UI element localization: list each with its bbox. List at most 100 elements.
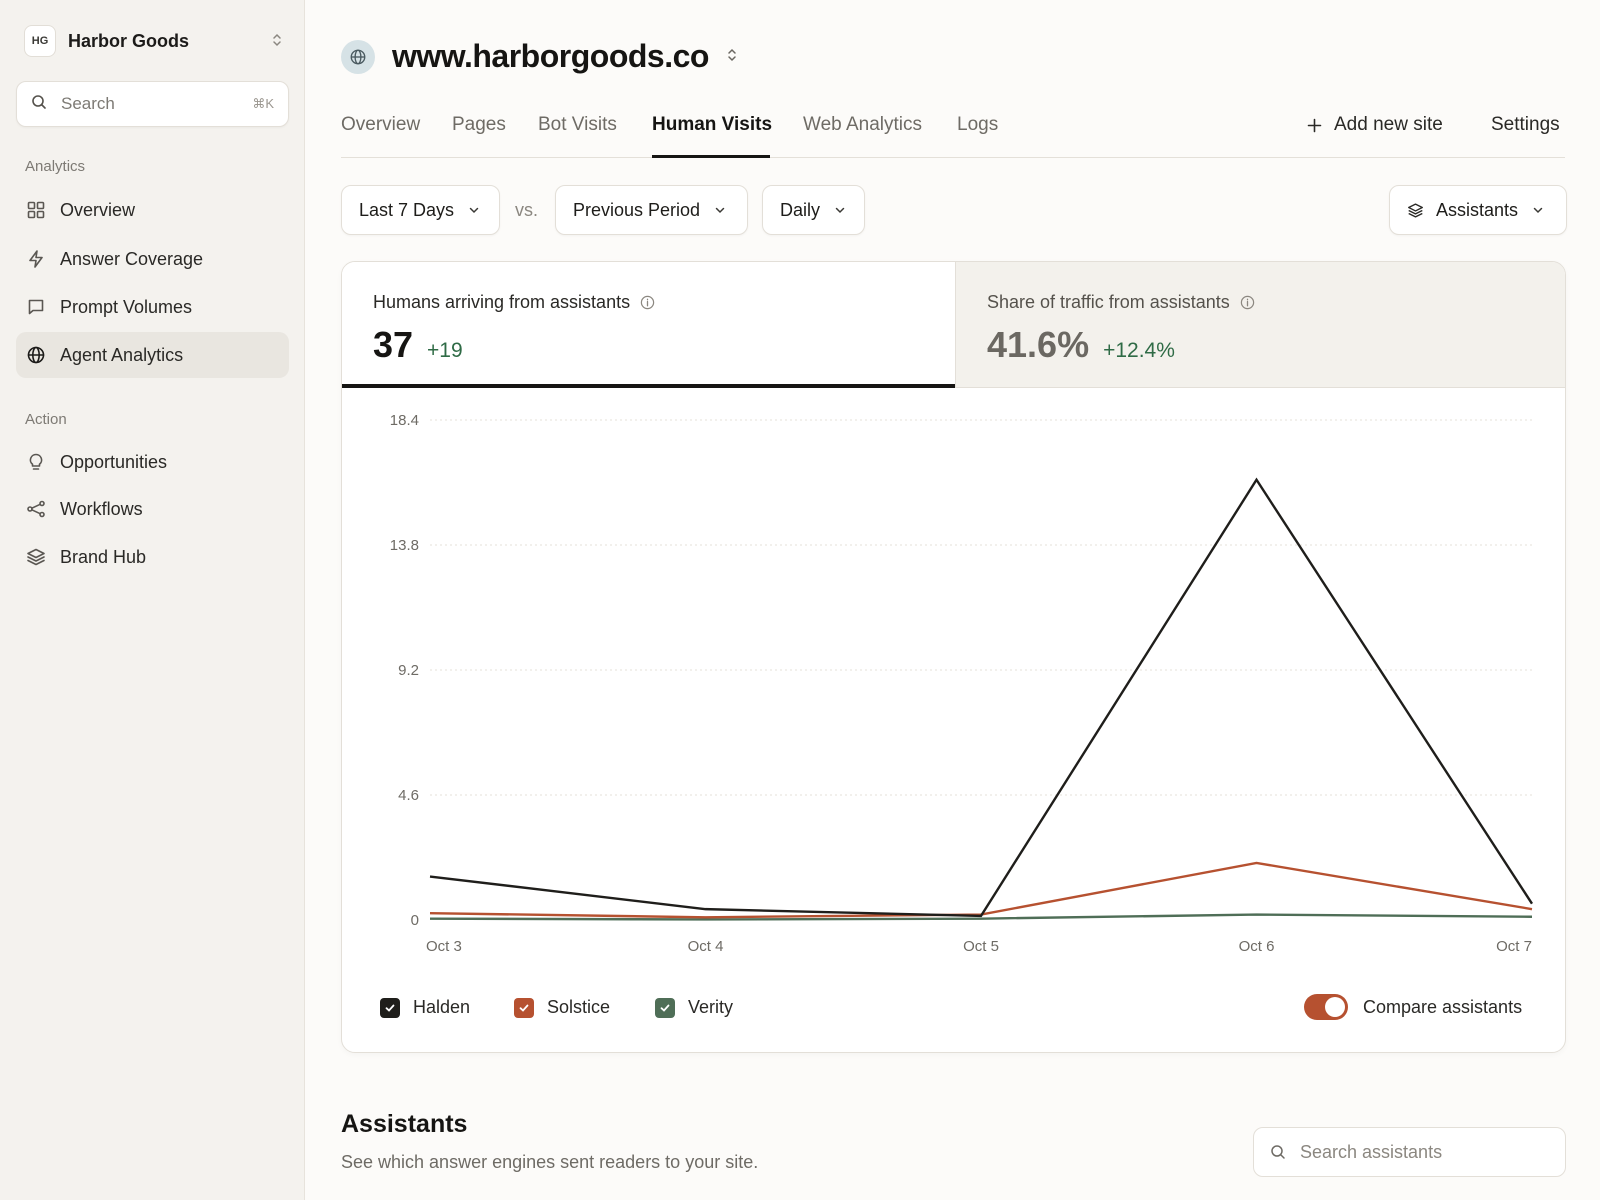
tab-bar: Overview Pages Bot Visits Human Visits W… [341,108,1565,158]
human-visits-card: Humans arriving from assistants 37 +19 S… [341,261,1566,1053]
add-new-site-label: Add new site [1334,114,1443,135]
legend-item-verity[interactable]: Verity [655,997,733,1018]
chat-icon [26,297,46,317]
chevron-up-down-icon [272,32,282,51]
settings-link[interactable]: Settings [1491,114,1560,136]
compare-assistants-toggle[interactable]: Compare assistants [1304,994,1522,1020]
stat-label-text: Humans arriving from assistants [373,292,631,312]
stat-tab-humans-arriving[interactable]: Humans arriving from assistants 37 +19 [342,262,955,388]
series-line-solstice [429,861,1533,919]
sidebar-item-label: Prompt Volumes [60,296,193,317]
sidebar-item-opportunities[interactable]: Opportunities [16,439,289,485]
sidebar-item-label: Overview [60,199,136,220]
sidebar-item-brand-hub[interactable]: Brand Hub [16,534,289,580]
search-icon [1270,1144,1286,1160]
sidebar-item-label: Answer Coverage [60,248,204,269]
checkbox-checked-icon[interactable] [380,997,400,1018]
tab-overview[interactable]: Overview [341,114,420,136]
sidebar-item-prompt-volumes[interactable]: Prompt Volumes [16,284,289,330]
sidebar-item-workflows[interactable]: Workflows [16,486,289,532]
tab-bot-visits[interactable]: Bot Visits [538,114,617,136]
plus-icon [1307,118,1322,133]
date-range-select[interactable]: Last 7 Days [341,185,500,235]
section-label-action: Action [25,411,67,428]
x-tick-label: Oct 4 [688,938,724,955]
y-tick-label: 0 [411,912,419,929]
lightbulb-icon [26,452,46,472]
sidebar: HG Harbor Goods Search ⌘K Analytics Over… [0,0,305,1200]
y-tick-label: 4.6 [398,787,419,804]
legend-label: Verity [688,997,734,1017]
search-assistants-placeholder: Search assistants [1300,1141,1443,1162]
vs-label: vs. [515,200,539,220]
comparison-value: Previous Period [573,199,701,220]
legend-label: Halden [413,997,471,1017]
chevron-down-icon [715,207,725,214]
site-name: www.harborgoods.co [392,38,709,74]
bolt-icon [26,249,46,269]
tab-logs[interactable]: Logs [957,114,998,136]
y-tick-label: 9.2 [398,662,419,679]
segment-value: Assistants [1436,199,1519,220]
date-range-value: Last 7 Days [359,199,455,220]
stat-label: Humans arriving from assistants [373,292,655,313]
share-nodes-icon [26,499,46,519]
x-tick-label: Oct 7 [1496,938,1532,955]
tab-web-analytics[interactable]: Web Analytics [803,114,922,136]
y-tick-label: 13.8 [390,537,419,554]
line-chart: 18.4 13.8 9.2 4.6 0 Oct 3 Oct 4 Oct 5 Oct 6 Oct 7 [390,412,1534,955]
sidebar-item-overview[interactable]: Overview [16,187,289,233]
granularity-select[interactable]: Daily [762,185,865,235]
site-switcher[interactable]: www.harborgoods.co [341,38,737,75]
x-tick-label: Oct 5 [963,938,999,955]
active-tab-indicator [652,155,770,158]
stat-value-row: 41.6% +12.4% [987,324,1175,366]
stat-label: Share of traffic from assistants [987,292,1255,313]
search-input[interactable]: Search ⌘K [16,81,289,127]
stat-tab-share-of-traffic[interactable]: Share of traffic from assistants 41.6% +… [955,262,1565,388]
checkbox-checked-icon[interactable] [514,997,534,1018]
workspace-badge: HG [24,25,56,57]
sidebar-item-label: Opportunities [60,451,168,472]
y-tick-label: 18.4 [390,412,419,429]
toggle-switch[interactable] [1304,994,1348,1020]
checkbox-checked-icon[interactable] [655,997,675,1018]
compare-assistants-label: Compare assistants [1363,996,1523,1017]
x-tick-label: Oct 6 [1239,938,1275,955]
add-new-site-button[interactable]: Add new site [1307,114,1443,136]
sidebar-item-label: Brand Hub [60,546,147,567]
legend-item-solstice[interactable]: Solstice [514,997,610,1018]
stat-delta: +19 [427,339,463,362]
site-globe-icon [341,39,375,74]
search-assistants-input[interactable]: Search assistants [1253,1127,1566,1177]
workspace-name: Harbor Goods [68,30,190,51]
stat-delta: +12.4% [1103,339,1175,362]
granularity-value: Daily [780,199,821,220]
tab-pages[interactable]: Pages [452,114,506,136]
chevron-down-icon [1533,207,1543,214]
chevron-up-down-icon [727,47,737,66]
workspace-switcher[interactable]: HG Harbor Goods [24,24,282,58]
grid-icon [26,200,46,220]
toggle-knob [1325,997,1345,1017]
info-icon[interactable] [1240,295,1255,310]
stat-value: 37 [373,324,414,365]
stat-value: 41.6% [987,324,1090,365]
tab-human-visits[interactable]: Human Visits [652,114,772,136]
legend-item-halden[interactable]: Halden [380,997,470,1018]
sidebar-item-label: Agent Analytics [60,344,184,365]
assistants-section-subtitle: See which answer engines sent readers to… [341,1152,759,1172]
sidebar-item-answer-coverage[interactable]: Answer Coverage [16,236,289,282]
comparison-select[interactable]: Previous Period [555,185,748,235]
section-label-analytics: Analytics [25,158,86,175]
assistants-section-title: Assistants [341,1110,468,1138]
stat-value-row: 37 +19 [373,324,463,366]
search-icon [31,94,47,115]
search-shortcut: ⌘K [252,96,274,111]
segment-select[interactable]: Assistants [1389,185,1567,235]
chevron-down-icon [469,207,479,214]
sidebar-item-agent-analytics[interactable]: Agent Analytics [16,332,289,378]
info-icon[interactable] [640,295,655,310]
legend-label: Solstice [547,997,611,1017]
chevron-down-icon [835,207,845,214]
